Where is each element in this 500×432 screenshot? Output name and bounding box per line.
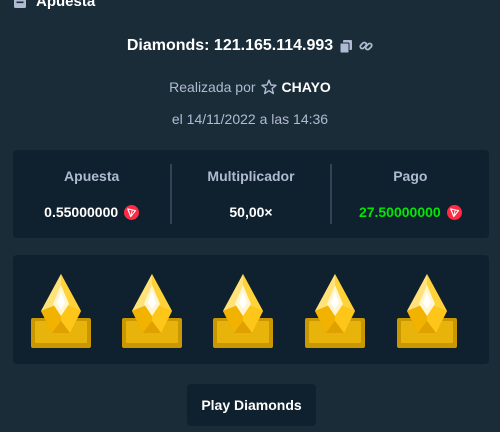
payout-stat: Pago 27.50000000 [329,164,489,224]
gem-icon [397,274,457,348]
bet-amount-label: Apuesta [64,168,120,184]
star-icon [260,79,277,95]
payout-value-wrap: 27.50000000 [359,204,462,220]
gem-slot-5 [395,271,459,351]
username-link[interactable]: CHAYO [282,79,331,95]
tron-icon [124,204,140,220]
gem-icon [31,274,91,348]
payout-label: Pago [393,168,428,184]
gem-icon [122,274,182,348]
multiplier-stat: Multiplicador 50,00× [170,164,329,224]
diamonds-board [13,255,489,364]
link-icon[interactable] [359,39,373,53]
modal-title: Apuesta [36,0,96,10]
play-diamonds-button[interactable]: Play Diamonds [187,384,316,426]
gem-slot-2 [120,271,184,351]
bet-date: el 14/11/2022 a las 14:36 [171,111,329,127]
receipt-icon [12,0,28,9]
copy-icon[interactable] [339,39,353,53]
gem-slot-3 [211,271,275,351]
gem-icon [305,274,365,348]
placed-by-prefix: Realizada por [169,79,256,95]
bet-amount-value-wrap: 0.55000000 [44,204,140,220]
bet-stats-panel: Apuesta 0.55000000 Multiplicador 50,00× … [13,150,489,238]
bet-amount-value: 0.55000000 [44,204,119,220]
bet-amount-stat: Apuesta 0.55000000 [13,164,170,224]
game-id-label: Diamonds: 121.165.114.993 [126,37,334,54]
gem-slot-4 [303,271,367,351]
payout-value: 27.50000000 [358,204,441,220]
tron-icon [446,204,462,220]
gem-slot-1 [29,271,93,351]
gem-icon [213,274,273,348]
game-id-line: Diamonds: 121.165.114.993 [0,37,500,55]
multiplier-label: Multiplicador [207,168,295,184]
multiplier-value: 50,00× [229,204,273,220]
placed-by-line: Realizada por CHAYO [0,79,500,95]
modal-header: Apuesta [12,0,95,11]
